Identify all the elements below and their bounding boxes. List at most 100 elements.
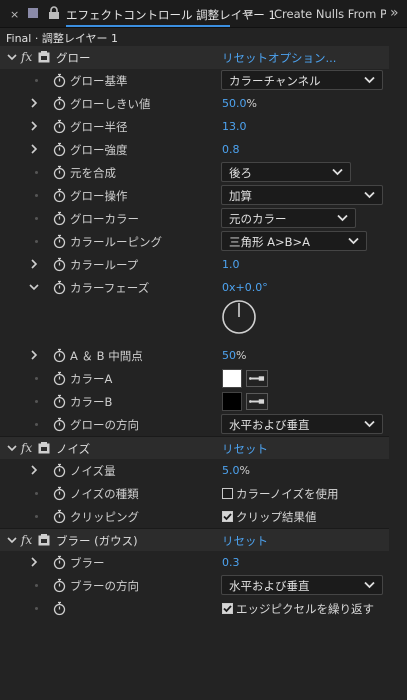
stopwatch-icon[interactable] (53, 142, 66, 157)
checkbox-label[interactable]: エッジピクセルを繰り返す (236, 601, 374, 617)
chevron-down-icon[interactable] (6, 442, 18, 454)
chevron-right-icon[interactable] (28, 556, 40, 568)
param-label: グローしきい値 (70, 97, 151, 111)
chevron-down-icon (348, 237, 359, 245)
color-noise-checkbox[interactable] (222, 488, 233, 499)
param-label: ブラーの方向 (70, 579, 139, 593)
param-noise-type: ノイズの種類 カラーノイズを使用 (0, 482, 389, 505)
chevron-down-icon[interactable] (6, 534, 18, 546)
scrollbar[interactable] (389, 46, 407, 700)
fx-toggle-icon[interactable]: fx (21, 533, 32, 547)
row-dot (35, 240, 38, 243)
color-a-swatch[interactable] (222, 369, 242, 388)
param-blur-dimensions: ブラーの方向 水平および垂直 (0, 574, 389, 597)
stopwatch-icon[interactable] (53, 280, 66, 295)
stopwatch-icon[interactable] (53, 555, 66, 570)
chevron-right-icon[interactable] (28, 258, 40, 270)
angle-dial[interactable] (221, 299, 257, 335)
stopwatch-icon[interactable] (53, 394, 66, 409)
breadcrumb: Final · 調整レイヤー 1 (6, 32, 119, 45)
color-b-swatch[interactable] (222, 392, 242, 411)
dropdown-value: 後ろ (229, 166, 252, 180)
panel-color-icon (28, 8, 38, 18)
chevron-right-icon[interactable] (28, 97, 40, 109)
close-icon[interactable]: × (10, 8, 19, 21)
chevron-right-icon[interactable] (28, 349, 40, 361)
chevron-right-icon[interactable] (28, 464, 40, 476)
glow-operation-dropdown[interactable]: 加算 (221, 185, 383, 205)
param-glow-intensity: グロー強度 0.8 (0, 138, 389, 161)
intensity-value[interactable]: 0.8 (222, 143, 240, 156)
chevron-down-icon (364, 76, 375, 84)
chevron-right-icon[interactable] (28, 143, 40, 155)
stopwatch-icon[interactable] (53, 486, 66, 501)
blur-dimensions-dropdown[interactable]: 水平および垂直 (221, 575, 383, 595)
param-label: カラーA (70, 372, 113, 386)
more-tabs-icon[interactable]: » (390, 5, 399, 21)
color-phase-value[interactable]: 0x+0.0° (222, 281, 268, 294)
glow-dimensions-dropdown[interactable]: 水平および垂直 (221, 414, 383, 434)
color-looping-dropdown[interactable]: 三角形 A>B>A (221, 231, 367, 251)
stopwatch-icon[interactable] (53, 417, 66, 432)
stopwatch-icon[interactable] (53, 96, 66, 111)
dropdown-value: 水平および垂直 (229, 418, 310, 432)
reset-link[interactable]: リセット (222, 441, 268, 457)
stopwatch-icon[interactable] (53, 119, 66, 134)
param-glow-operation: グロー操作 加算 (0, 184, 389, 207)
options-link[interactable]: オプション... (268, 50, 336, 66)
glow-colors-dropdown[interactable]: 元のカラー (221, 208, 356, 228)
checkbox-label[interactable]: クリップ結果値 (236, 509, 317, 525)
reset-link[interactable]: リセット (222, 533, 268, 549)
color-loops-value[interactable]: 1.0 (222, 258, 240, 271)
chevron-down-icon (337, 214, 348, 222)
param-label: カラーB (70, 395, 113, 409)
stopwatch-icon[interactable] (53, 601, 66, 616)
noise-amount-value[interactable]: 5.0% (222, 464, 250, 477)
reset-link[interactable]: リセット (222, 50, 268, 66)
param-label: クリッピング (70, 510, 139, 524)
stopwatch-icon[interactable] (53, 73, 66, 88)
ab-midpoint-value[interactable]: 50% (222, 349, 246, 362)
tab-create-nulls[interactable]: Create Nulls From Path (274, 7, 386, 21)
eyedropper-icon[interactable] (246, 370, 268, 387)
stopwatch-icon[interactable] (53, 348, 66, 363)
row-dot (35, 194, 38, 197)
glow-based-on-dropdown[interactable]: カラーチャンネル (221, 70, 383, 90)
stopwatch-icon[interactable] (53, 234, 66, 249)
effect-name: グロー (56, 51, 91, 65)
param-color-loops: カラーループ 1.0 (0, 253, 389, 276)
checkbox-label[interactable]: カラーノイズを使用 (236, 486, 338, 502)
fx-toggle-icon[interactable]: fx (21, 441, 32, 455)
repeat-edge-checkbox[interactable] (222, 603, 233, 614)
stopwatch-icon[interactable] (53, 578, 66, 593)
effect-header-gaussian-blur[interactable]: fx ブラー (ガウス) リセット (0, 528, 389, 551)
panel-menu-icon[interactable]: ≡ (243, 6, 254, 21)
composite-dropdown[interactable]: 後ろ (221, 162, 351, 182)
stopwatch-icon[interactable] (53, 371, 66, 386)
stopwatch-icon[interactable] (53, 211, 66, 226)
stopwatch-icon[interactable] (53, 463, 66, 478)
param-label: ノイズの種類 (70, 487, 139, 501)
stopwatch-icon[interactable] (53, 165, 66, 180)
lock-icon[interactable] (48, 6, 60, 23)
eyedropper-icon[interactable] (246, 393, 268, 410)
effect-header-glow[interactable]: fx グロー リセット オプション... (0, 46, 389, 69)
stopwatch-icon[interactable] (53, 188, 66, 203)
blurriness-value[interactable]: 0.3 (222, 556, 240, 569)
param-label: カラールーピング (70, 235, 162, 249)
threshold-value[interactable]: 50.0% (222, 97, 257, 110)
effect-header-noise[interactable]: fx ノイズ リセット (0, 436, 389, 459)
color-phase-dial-row (0, 299, 389, 344)
row-dot (35, 171, 38, 174)
param-label: カラーループ (70, 258, 139, 272)
fx-toggle-icon[interactable]: fx (21, 50, 32, 64)
chevron-down-icon[interactable] (6, 51, 18, 63)
param-label: グロー基準 (70, 74, 128, 88)
chevron-right-icon[interactable] (28, 120, 40, 132)
stopwatch-icon[interactable] (53, 509, 66, 524)
param-color-phase: カラーフェーズ 0x+0.0° (0, 276, 389, 299)
stopwatch-icon[interactable] (53, 257, 66, 272)
chevron-down-icon[interactable] (28, 281, 40, 293)
clip-result-checkbox[interactable] (222, 511, 233, 522)
radius-value[interactable]: 13.0 (222, 120, 247, 133)
